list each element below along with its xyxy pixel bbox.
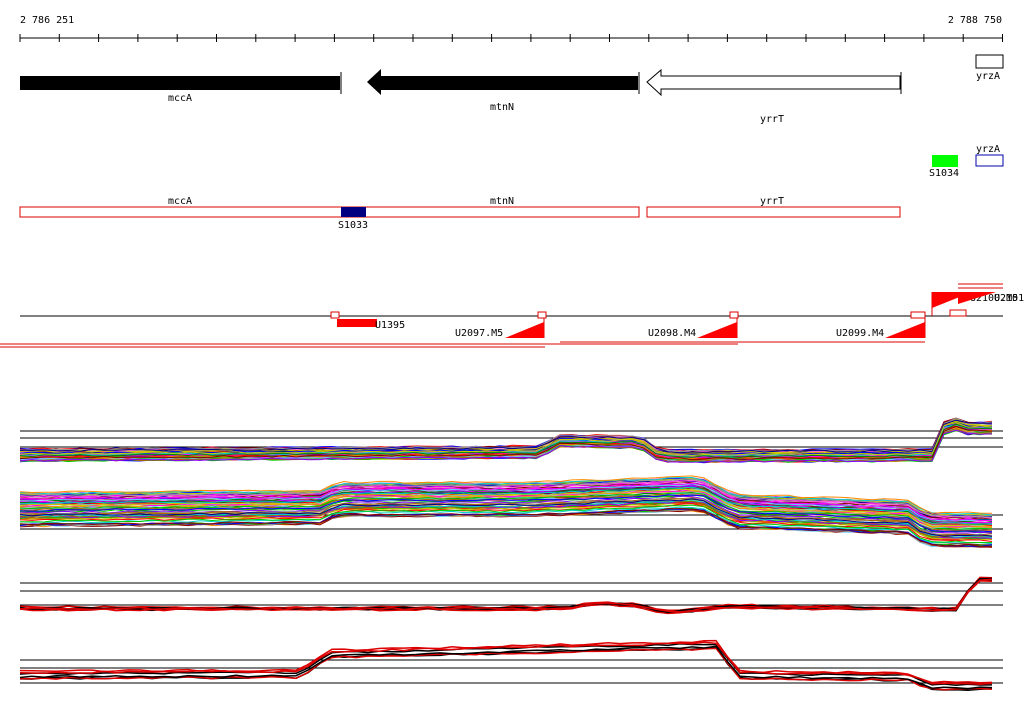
- gene-arrow-mtnN[interactable]: [367, 69, 638, 95]
- upshift-marker-U2098[interactable]: [697, 322, 737, 338]
- gene-label-mtnN: mtnN: [490, 102, 514, 113]
- gene-track: mccA mtnN yrrT yrzA: [20, 54, 1004, 125]
- gene-arrow-yrzA[interactable]: [975, 54, 1004, 69]
- upshift-tick-U2098: [729, 311, 739, 319]
- feature-yrzA[interactable]: [975, 154, 1004, 167]
- upshift-marker-U2099[interactable]: [885, 322, 925, 338]
- ruler-end-label: 2 788 750: [948, 15, 1002, 26]
- profile-line: [19, 647, 993, 691]
- profile-panel-2: [19, 475, 1003, 548]
- upshift-label-U2098: U2098.M4: [648, 328, 696, 339]
- coordinate-ruler: 2 786 251 2 788 750: [19, 15, 1003, 42]
- gene-label-mccA: mccA: [168, 93, 192, 104]
- upshift-tick-U1395: [330, 311, 340, 319]
- transcript-box-yrrT[interactable]: [646, 206, 901, 218]
- feature-S1034[interactable]: [932, 155, 958, 167]
- expression-profiles: [19, 417, 1003, 691]
- upshift-tick-U2099: [910, 311, 926, 319]
- feature-label-S1034: S1034: [929, 168, 959, 179]
- profile-line: [19, 645, 993, 690]
- upshift-label-U2101: U2101: [994, 293, 1024, 304]
- upshift-label-U2099: U2099.M4: [836, 328, 884, 339]
- profile-line: [19, 417, 993, 452]
- profile-panel-1: [19, 417, 1003, 464]
- transcript-marker-S1033[interactable]: [341, 207, 366, 217]
- upshift-tick-U2100: [949, 309, 967, 317]
- ruler-start-label: 2 786 251: [20, 15, 74, 26]
- upshift-track: U1395 U2097.M5 U2098.M4 U2099.M4 U2100.M…: [0, 283, 1024, 348]
- upshift-label-U1395: U1395: [375, 320, 405, 331]
- transcript-label-mtnN: mtnN: [490, 196, 514, 207]
- profile-line: [19, 417, 993, 451]
- transcript-box-mccA-mtnN[interactable]: [19, 206, 640, 218]
- gene-arrow-yrrT[interactable]: [646, 68, 901, 97]
- upshift-marker-U2097[interactable]: [505, 322, 544, 338]
- upshift-marker-U1395[interactable]: [337, 319, 377, 327]
- gene-arrow-mccA[interactable]: [20, 76, 340, 90]
- gene-label-yrzA: yrzA: [976, 71, 1000, 82]
- transcript-track: mccA mtnN yrrT S1033: [19, 196, 901, 231]
- transcript-label-mccA: mccA: [168, 196, 192, 207]
- feature-label-yrzA: yrzA: [976, 144, 1000, 155]
- gene-label-yrrT: yrrT: [760, 114, 784, 125]
- genome-browser-view: 2 786 251 2 788 750 mccA mtnN yrrT yrzA …: [0, 0, 1024, 714]
- track-canvas: 2 786 251 2 788 750 mccA mtnN yrrT yrzA …: [0, 15, 1024, 691]
- profile-panel-3: [19, 576, 1003, 615]
- transcript-label-yrrT: yrrT: [760, 196, 784, 207]
- upshift-tick-U2097: [537, 311, 547, 319]
- feature-track: S1034 yrzA: [929, 144, 1004, 179]
- upshift-label-U2097: U2097.M5: [455, 328, 503, 339]
- profile-panel-4: [19, 639, 1003, 691]
- transcript-marker-label-S1033: S1033: [338, 220, 368, 231]
